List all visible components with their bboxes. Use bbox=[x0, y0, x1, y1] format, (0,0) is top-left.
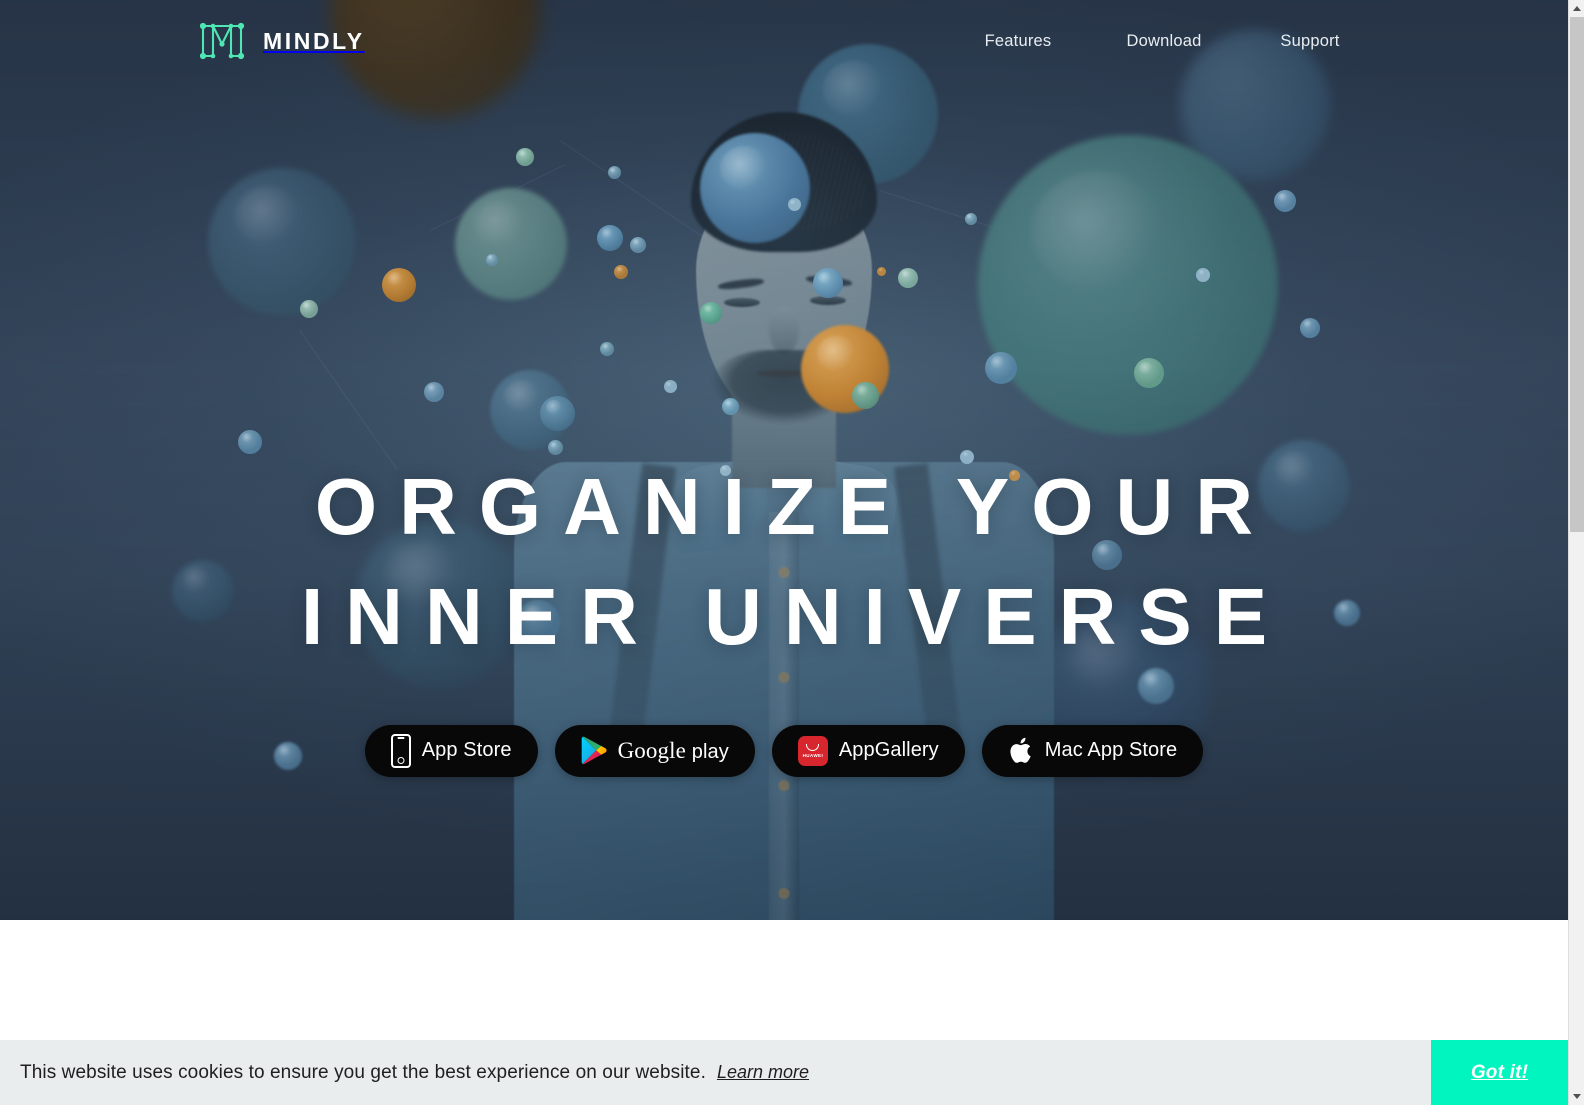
cookie-learn-more-link[interactable]: Learn more bbox=[717, 1062, 809, 1083]
brand-name: MINDLY bbox=[263, 27, 365, 54]
google-play-button[interactable]: Google play bbox=[554, 724, 755, 777]
nav-download[interactable]: Download bbox=[1091, 22, 1237, 61]
google-play-icon bbox=[581, 736, 607, 765]
primary-navigation: Features Download Support bbox=[945, 22, 1383, 61]
nav-support[interactable]: Support bbox=[1237, 22, 1383, 61]
cookie-accept-button[interactable]: Got it! bbox=[1431, 1040, 1568, 1105]
apple-icon bbox=[1010, 738, 1031, 764]
play-word: play bbox=[691, 740, 729, 763]
iphone-icon bbox=[390, 733, 411, 768]
content-section-below-hero bbox=[0, 920, 1568, 1040]
headline-line-2: INNER UNIVERSE bbox=[300, 572, 1290, 662]
huawei-arc bbox=[806, 743, 820, 751]
google-word: Google bbox=[617, 737, 686, 763]
hero-content: ORGANIZE YOUR INNER UNIVERSE App Store G… bbox=[0, 0, 1568, 920]
huawei-wordmark: HUAWEI bbox=[802, 752, 824, 758]
scrollbar-up-arrow[interactable] bbox=[1569, 0, 1584, 17]
scrollbar-track[interactable] bbox=[1569, 17, 1584, 1088]
chevron-down-icon bbox=[1572, 1094, 1581, 1099]
scrollbar-thumb[interactable] bbox=[1569, 17, 1584, 532]
brand-logo-link[interactable]: MINDLY bbox=[195, 18, 365, 64]
page-root: MINDLY Features Download Support ORGANIZ… bbox=[0, 0, 1568, 1105]
hero-section: MINDLY Features Download Support ORGANIZ… bbox=[0, 0, 1568, 920]
browser-scrollbar[interactable] bbox=[1568, 0, 1584, 1105]
mac-app-store-label: Mac App Store bbox=[1044, 739, 1178, 762]
huawei-appgallery-icon: HUAWEI bbox=[797, 735, 828, 766]
google-play-label: Google play bbox=[618, 738, 729, 764]
app-store-label: App Store bbox=[421, 739, 512, 762]
chevron-up-icon bbox=[1572, 6, 1581, 11]
scrollbar-down-arrow[interactable] bbox=[1569, 1088, 1584, 1105]
mindly-node-m-logo-icon bbox=[199, 22, 245, 60]
store-badges: App Store Google play HUAWEI AppGallery … bbox=[364, 724, 1204, 777]
appgallery-label: AppGallery bbox=[838, 739, 939, 762]
appgallery-button[interactable]: HUAWEI AppGallery bbox=[771, 724, 965, 777]
nav-features[interactable]: Features bbox=[945, 22, 1091, 61]
app-store-button[interactable]: App Store bbox=[364, 724, 538, 777]
cookie-message: This website uses cookies to ensure you … bbox=[20, 1061, 706, 1083]
headline-line-1: ORGANIZE YOUR bbox=[314, 462, 1276, 551]
site-header: MINDLY Features Download Support bbox=[0, 0, 1568, 82]
cookie-consent-banner: This website uses cookies to ensure you … bbox=[0, 1040, 1568, 1105]
browser-viewport: MINDLY Features Download Support ORGANIZ… bbox=[0, 0, 1584, 1105]
page-title: ORGANIZE YOUR INNER UNIVERSE bbox=[279, 452, 1289, 673]
mac-app-store-button[interactable]: Mac App Store bbox=[981, 724, 1204, 777]
